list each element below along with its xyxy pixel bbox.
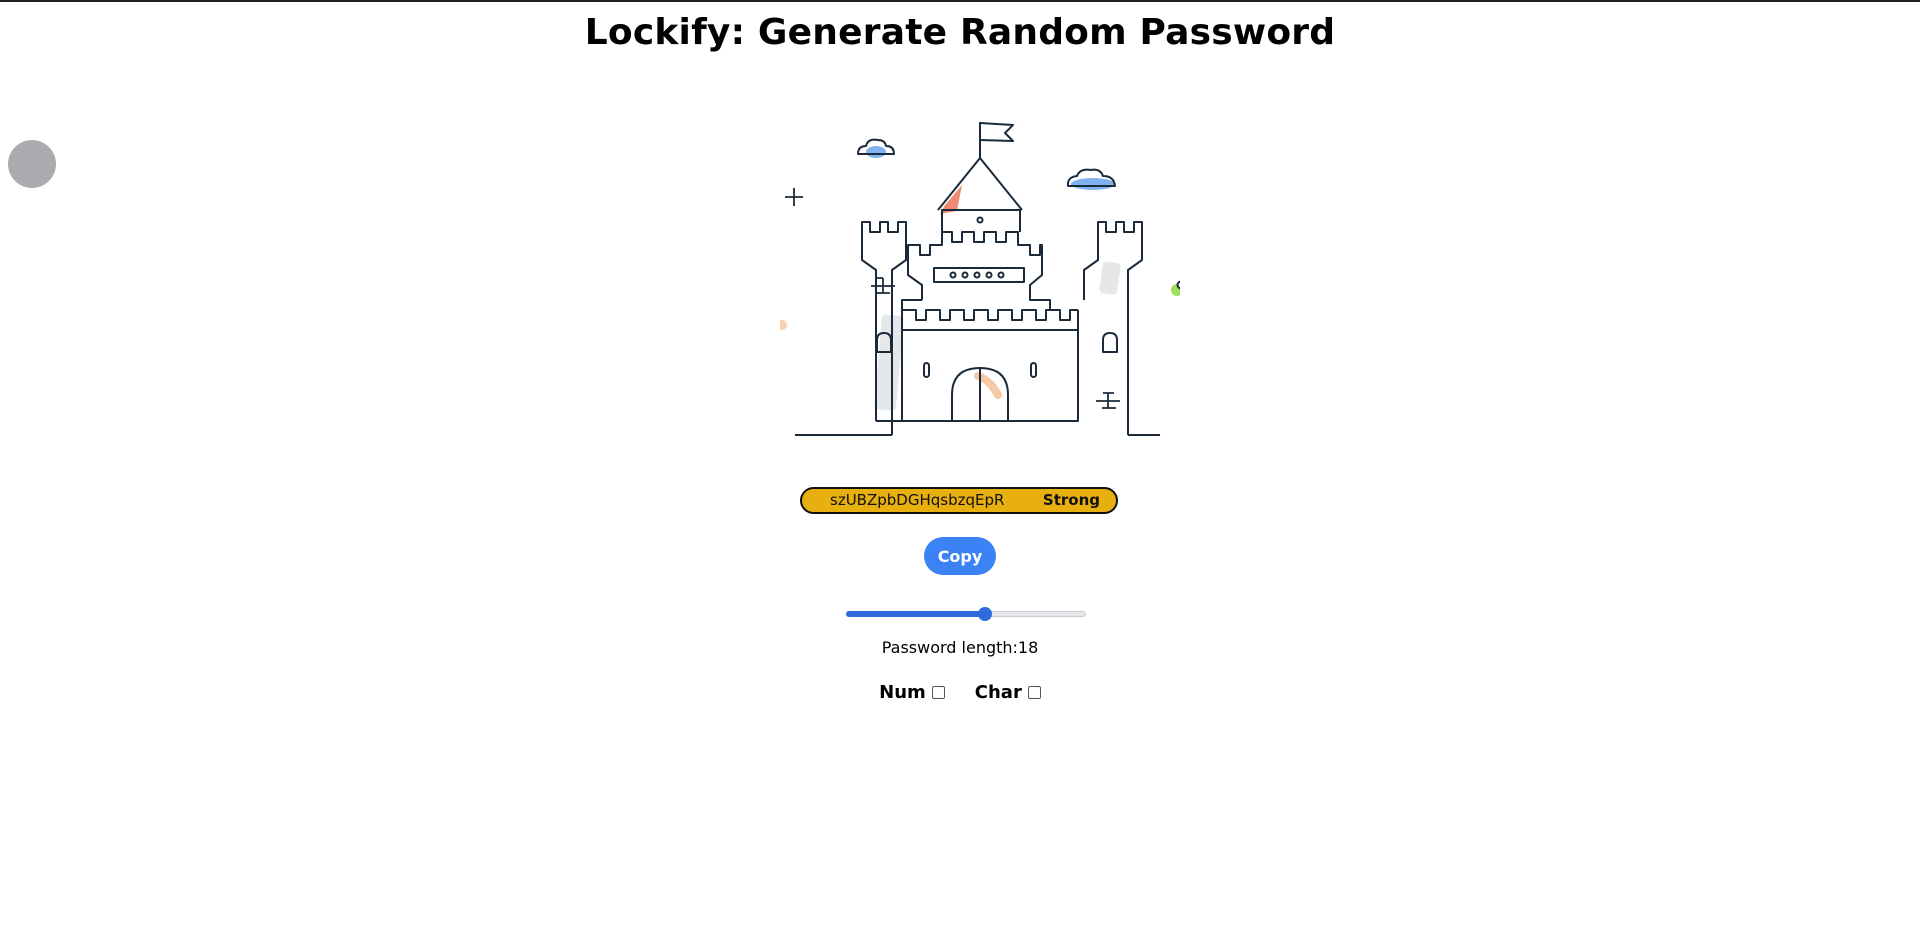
char-option[interactable]: Char	[975, 682, 1041, 703]
password-length-label: Password length:	[881, 638, 1018, 657]
password-length-value: 18	[1017, 638, 1039, 657]
strength-badge: Strong	[1042, 491, 1100, 509]
password-display: szUBZpbDGHqsbzqEpR Strong	[800, 487, 1118, 514]
num-checkbox[interactable]	[931, 686, 945, 699]
slider-fill	[846, 611, 985, 617]
num-option[interactable]: Num	[879, 682, 945, 703]
password-value[interactable]: szUBZpbDGHqsbzqEpR	[830, 489, 1004, 512]
floating-bubble[interactable]	[8, 140, 56, 188]
char-label: Char	[974, 682, 1022, 703]
castle-illustration	[780, 110, 1180, 450]
password-length-slider[interactable]	[846, 606, 1086, 622]
castle-icon	[780, 122, 1180, 436]
num-label: Num	[879, 682, 926, 703]
password-length-readout: Password length:18	[0, 638, 1920, 657]
options-row: Num Char	[0, 682, 1920, 703]
copy-button[interactable]: Copy	[924, 537, 996, 575]
page-title: Lockify: Generate Random Password	[584, 12, 1336, 53]
top-border	[0, 0, 1920, 2]
slider-thumb[interactable]	[978, 607, 992, 621]
char-checkbox[interactable]	[1027, 686, 1041, 699]
